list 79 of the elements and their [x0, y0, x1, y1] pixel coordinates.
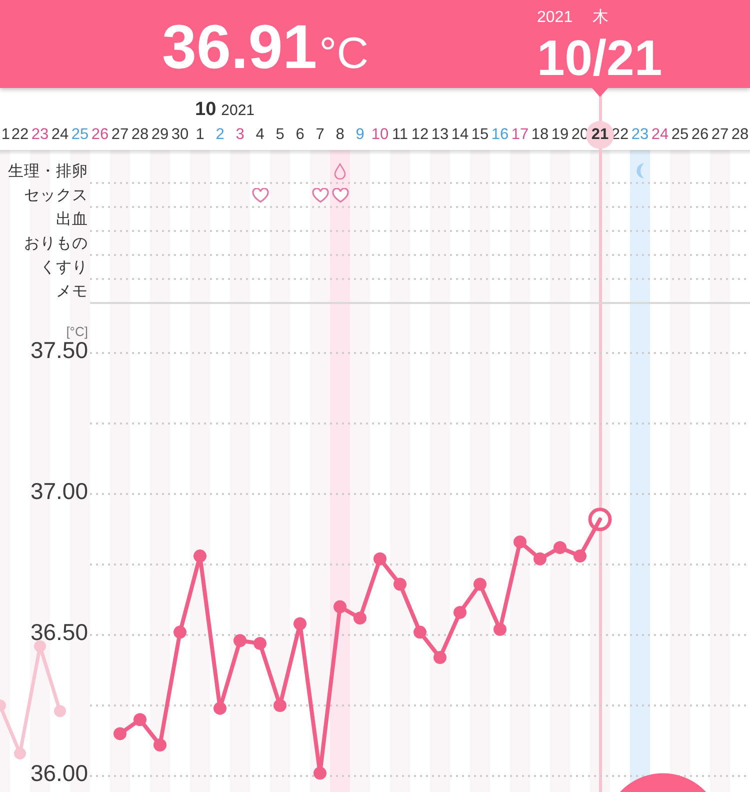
day-label[interactable]: 1	[196, 126, 204, 144]
day-label[interactable]: 28	[131, 126, 149, 144]
data-point	[534, 552, 546, 566]
day-label[interactable]: 28	[731, 126, 749, 144]
data-point	[14, 747, 26, 760]
day-label[interactable]: 15	[471, 126, 489, 144]
data-point	[574, 550, 586, 563]
year-label: 2021	[537, 8, 573, 28]
day-label[interactable]: 19	[551, 126, 569, 144]
day-label[interactable]: 17	[511, 126, 529, 144]
data-point	[514, 535, 526, 548]
day-label[interactable]: 3	[236, 126, 244, 144]
axis-tick-label: 36.50	[30, 624, 88, 640]
moon-icon	[636, 163, 644, 179]
record-label: メモ	[56, 283, 89, 301]
data-point	[154, 738, 166, 752]
day-label[interactable]: 13	[431, 126, 449, 144]
data-point	[234, 634, 246, 648]
data-point	[54, 705, 66, 718]
day-label[interactable]: 25	[671, 126, 689, 144]
data-point	[554, 541, 566, 554]
month-label: 10	[195, 100, 216, 120]
temperature-unit: °C	[319, 28, 369, 80]
data-point	[134, 713, 146, 726]
axis-tick-label: 37.00	[30, 483, 88, 499]
data-point	[434, 651, 446, 664]
day-label[interactable]: 6	[296, 126, 304, 144]
data-point	[294, 617, 306, 630]
data-point	[414, 626, 426, 639]
record-label: おりもの	[24, 235, 89, 253]
day-label[interactable]: 11	[392, 126, 408, 144]
day-label[interactable]: 26	[91, 126, 109, 144]
day-label[interactable]: 8	[336, 126, 344, 144]
data-point	[494, 622, 506, 636]
day-label[interactable]: 26	[691, 126, 709, 144]
data-point	[114, 727, 126, 740]
record-label: 出血	[56, 211, 89, 229]
day-label[interactable]: 30	[171, 126, 189, 144]
record-label: 生理・排卵	[8, 163, 89, 181]
weekday-label: 木	[592, 8, 609, 28]
axis-tick-label: 36.00	[30, 765, 88, 781]
day-label[interactable]: 21	[586, 121, 614, 149]
axis-unit-label: [°C]	[66, 324, 88, 340]
day-label[interactable]: 23	[31, 126, 49, 144]
data-point	[374, 552, 386, 566]
data-point	[314, 766, 326, 780]
drop-icon	[334, 162, 346, 180]
day-label[interactable]: 5	[276, 126, 284, 144]
day-label[interactable]: 27	[111, 126, 129, 144]
day-label[interactable]: 22	[11, 126, 29, 144]
data-point	[274, 699, 286, 712]
day-label[interactable]: 4	[256, 126, 264, 144]
day-label[interactable]: 18	[531, 126, 549, 144]
data-point	[34, 640, 46, 652]
data-point	[354, 612, 366, 625]
temperature-value: 36.91	[162, 17, 318, 79]
day-label[interactable]: 29	[151, 126, 169, 144]
year-label: 2021	[221, 101, 255, 121]
axis-tick-label: 37.50	[30, 342, 88, 358]
data-point	[0, 700, 6, 712]
data-point	[454, 606, 466, 619]
day-label[interactable]: 14	[451, 126, 469, 144]
data-point	[174, 626, 186, 639]
day-label[interactable]: 1	[1, 126, 10, 144]
data-point	[334, 600, 346, 614]
day-label[interactable]: 24	[51, 126, 69, 144]
data-point	[394, 578, 406, 591]
day-label[interactable]: 27	[711, 126, 729, 144]
record-label: セックス	[24, 187, 89, 205]
data-point	[194, 550, 206, 563]
data-point	[214, 702, 226, 715]
day-label[interactable]: 10	[371, 126, 389, 144]
day-label[interactable]: 7	[316, 126, 324, 144]
date-value: 10/21	[537, 33, 662, 83]
day-label[interactable]: 12	[411, 126, 429, 144]
data-point	[474, 578, 486, 591]
day-label[interactable]: 24	[651, 126, 669, 144]
record-label: くすり	[40, 259, 89, 277]
data-point	[254, 636, 266, 650]
